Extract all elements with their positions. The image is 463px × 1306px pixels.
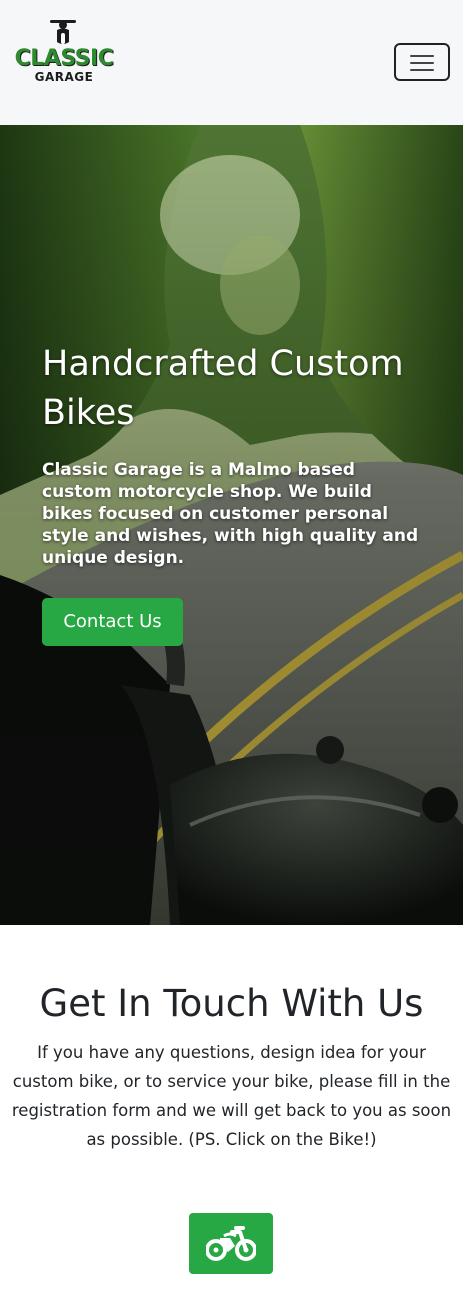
brand-logo[interactable]: CLASSIC GARAGE <box>12 18 116 86</box>
logo-text-garage: GARAGE <box>34 70 94 84</box>
hamburger-icon-bar <box>410 62 434 64</box>
motorcycle-icon <box>206 1226 256 1261</box>
hero-title: Handcrafted Custom Bikes <box>42 344 404 433</box>
menu-toggle-button[interactable] <box>394 43 450 81</box>
bike-form-button[interactable] <box>189 1213 273 1274</box>
hamburger-icon <box>410 55 434 57</box>
hamburger-icon-bar <box>410 69 434 71</box>
contact-description: If you have any questions, design idea f… <box>11 1043 452 1149</box>
logo-text-classic: CLASSIC <box>14 46 114 71</box>
hero-description: Classic Garage is a Malmo based custom m… <box>42 460 419 568</box>
rider-logo-icon <box>50 20 76 44</box>
contact-title: Get In Touch With Us <box>39 982 424 1025</box>
contact-us-button[interactable]: Contact Us <box>42 598 183 646</box>
hero-section: Handcrafted Custom Bikes Classic Garage … <box>0 125 463 925</box>
navbar: CLASSIC GARAGE <box>0 0 463 125</box>
